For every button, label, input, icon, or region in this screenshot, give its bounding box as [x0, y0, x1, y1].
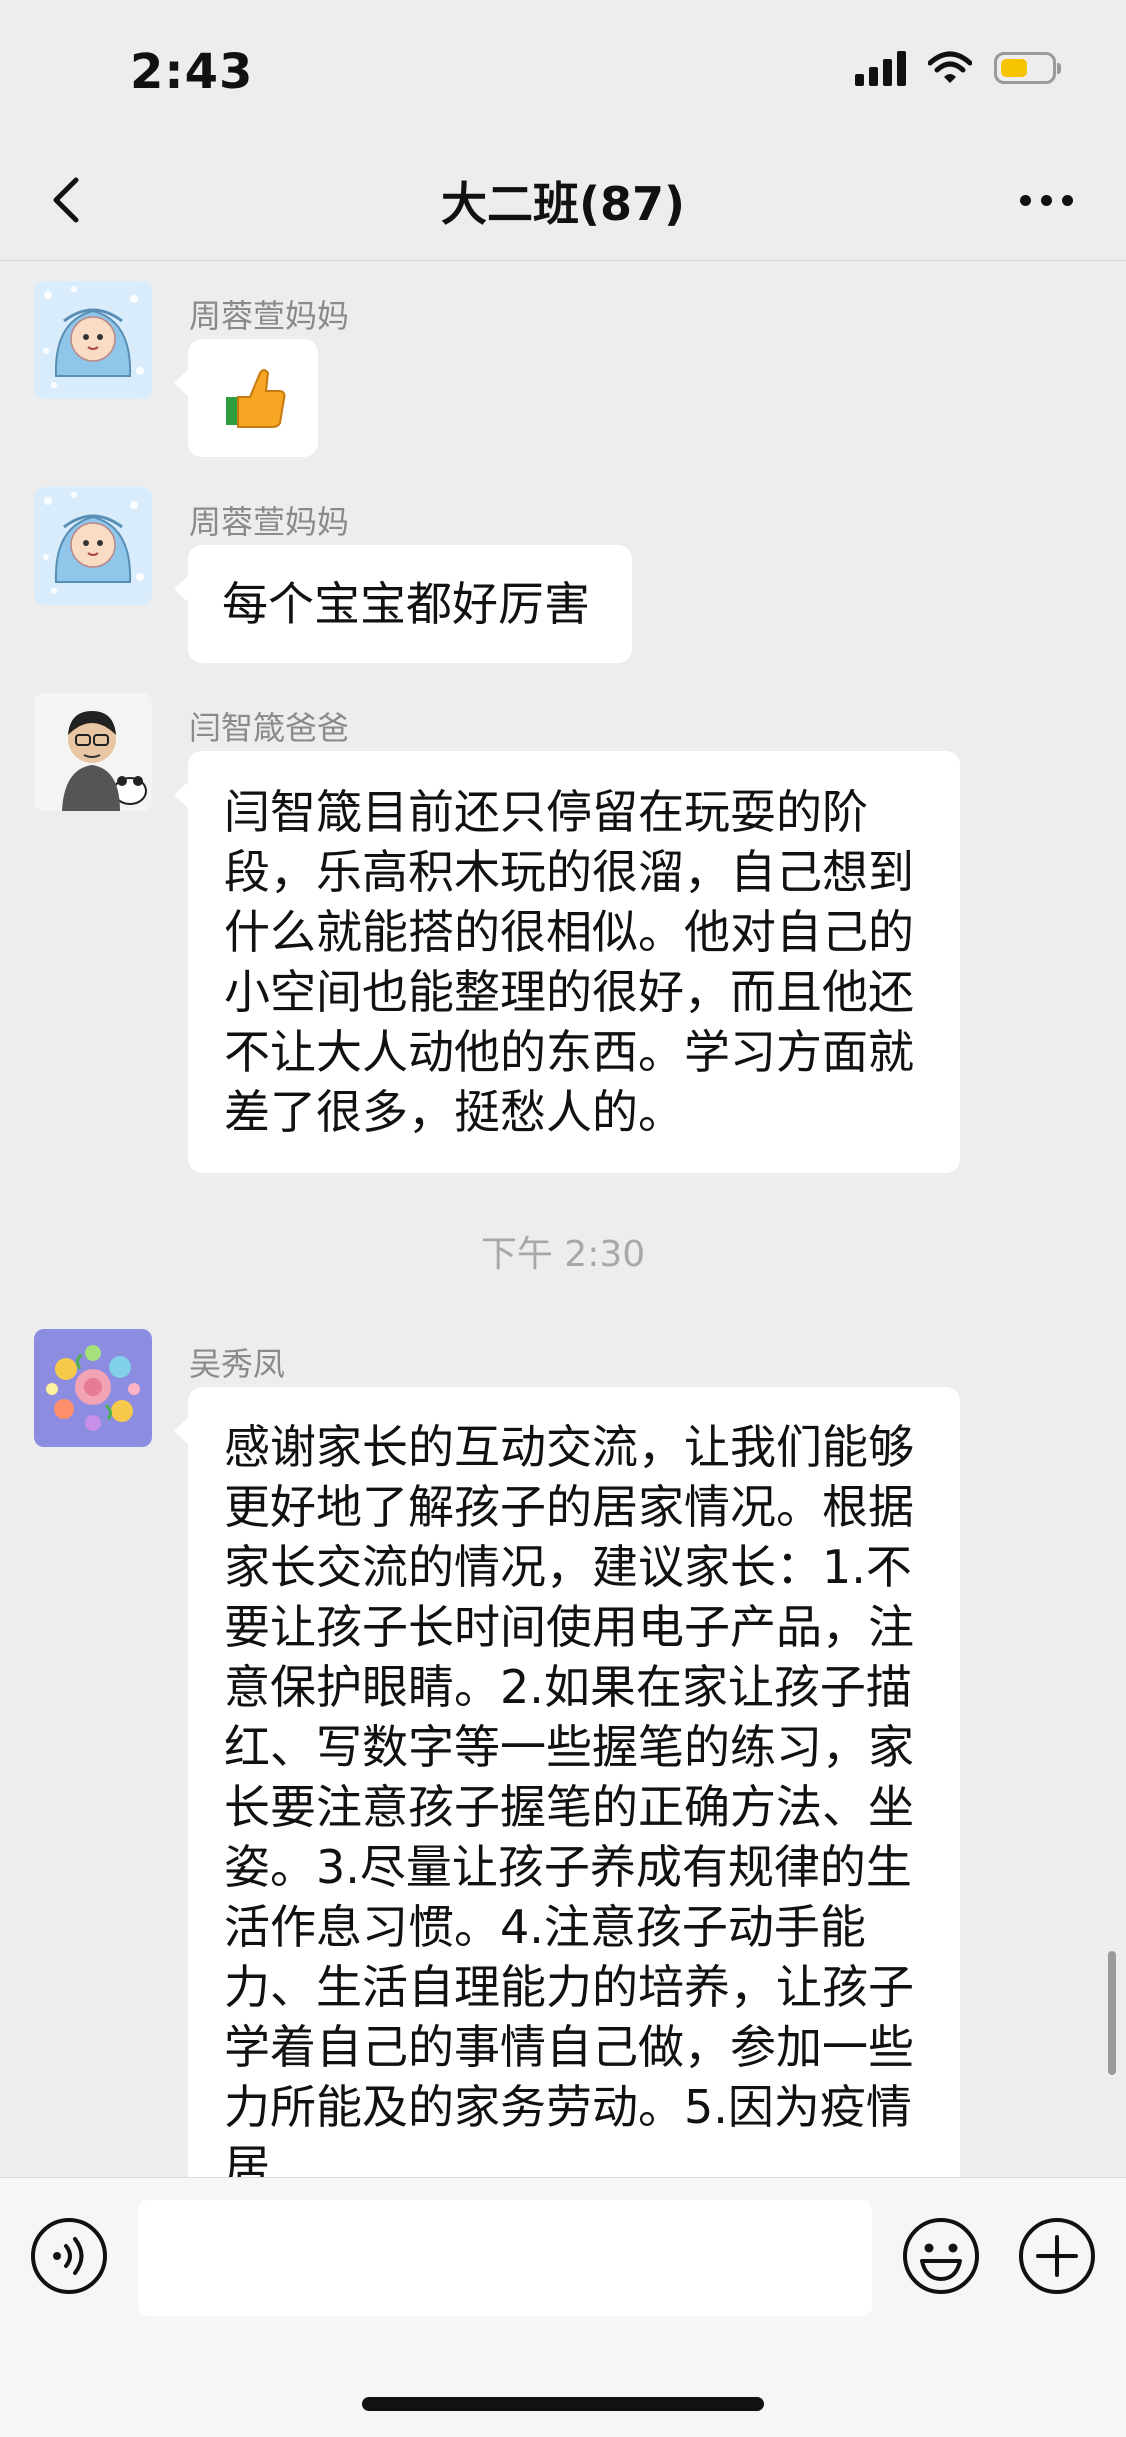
status-time: 2:43	[130, 44, 254, 100]
signal-icon	[855, 50, 906, 86]
avatar[interactable]	[34, 487, 152, 605]
wifi-icon	[928, 51, 972, 83]
time-divider: 下午 2:30	[480, 1234, 646, 1275]
message-input[interactable]	[138, 2200, 872, 2316]
message-bubble[interactable]: 每个宝宝都好厉害	[174, 545, 632, 663]
chat-list: 周蓉萱妈妈 周蓉萱妈妈 每个宝宝都好厉害 闫智箴爸爸 闫智箴目前还只停留在玩耍的…	[0, 261, 1126, 2177]
plus-icon	[1019, 2218, 1095, 2294]
voice-button[interactable]	[30, 2217, 108, 2295]
sender-name: 周蓉萱妈妈	[189, 503, 350, 541]
nav-bar: 大二班(87)	[0, 140, 1126, 261]
message-text: 感谢家长的互动交流，让我们能够更好地了解孩子的居家情况。根据家长交流的情况，建议…	[224, 1420, 914, 2177]
more-dots-icon	[1019, 194, 1031, 206]
battery-icon	[994, 52, 1061, 84]
sender-name: 闫智箴爸爸	[189, 709, 350, 747]
message-text: 每个宝宝都好厉害	[222, 577, 590, 631]
status-icons	[855, 50, 1061, 86]
avatar[interactable]	[34, 1329, 152, 1447]
message-bubble[interactable]: 感谢家长的互动交流，让我们能够更好地了解孩子的居家情况。根据家长交流的情况，建议…	[174, 1387, 960, 2177]
thumbs-up-icon	[226, 369, 286, 428]
chat-title: 大二班(87)	[440, 177, 686, 231]
sender-name: 吴秀凤	[189, 1345, 286, 1383]
sender-name: 周蓉萱妈妈	[189, 297, 350, 335]
avatar[interactable]	[34, 281, 152, 399]
avatar[interactable]	[34, 693, 152, 811]
more-functions-button[interactable]	[1018, 2217, 1096, 2295]
home-indicator[interactable]	[362, 2397, 764, 2411]
voice-icon	[31, 2218, 107, 2294]
emoji-icon	[903, 2218, 979, 2294]
more-button[interactable]	[1006, 170, 1086, 230]
status-bar: 2:43	[0, 0, 1126, 140]
emoji-button[interactable]	[902, 2217, 980, 2295]
message-bubble[interactable]	[174, 339, 318, 457]
scrollbar[interactable]	[1108, 1951, 1116, 2075]
message-text: 闫智箴目前还只停留在玩耍的阶段，乐高积木玩的很溜，自己想到什么就能搭的很相似。他…	[224, 785, 914, 1139]
message-bubble[interactable]: 闫智箴目前还只停留在玩耍的阶段，乐高积木玩的很溜，自己想到什么就能搭的很相似。他…	[174, 751, 960, 1173]
